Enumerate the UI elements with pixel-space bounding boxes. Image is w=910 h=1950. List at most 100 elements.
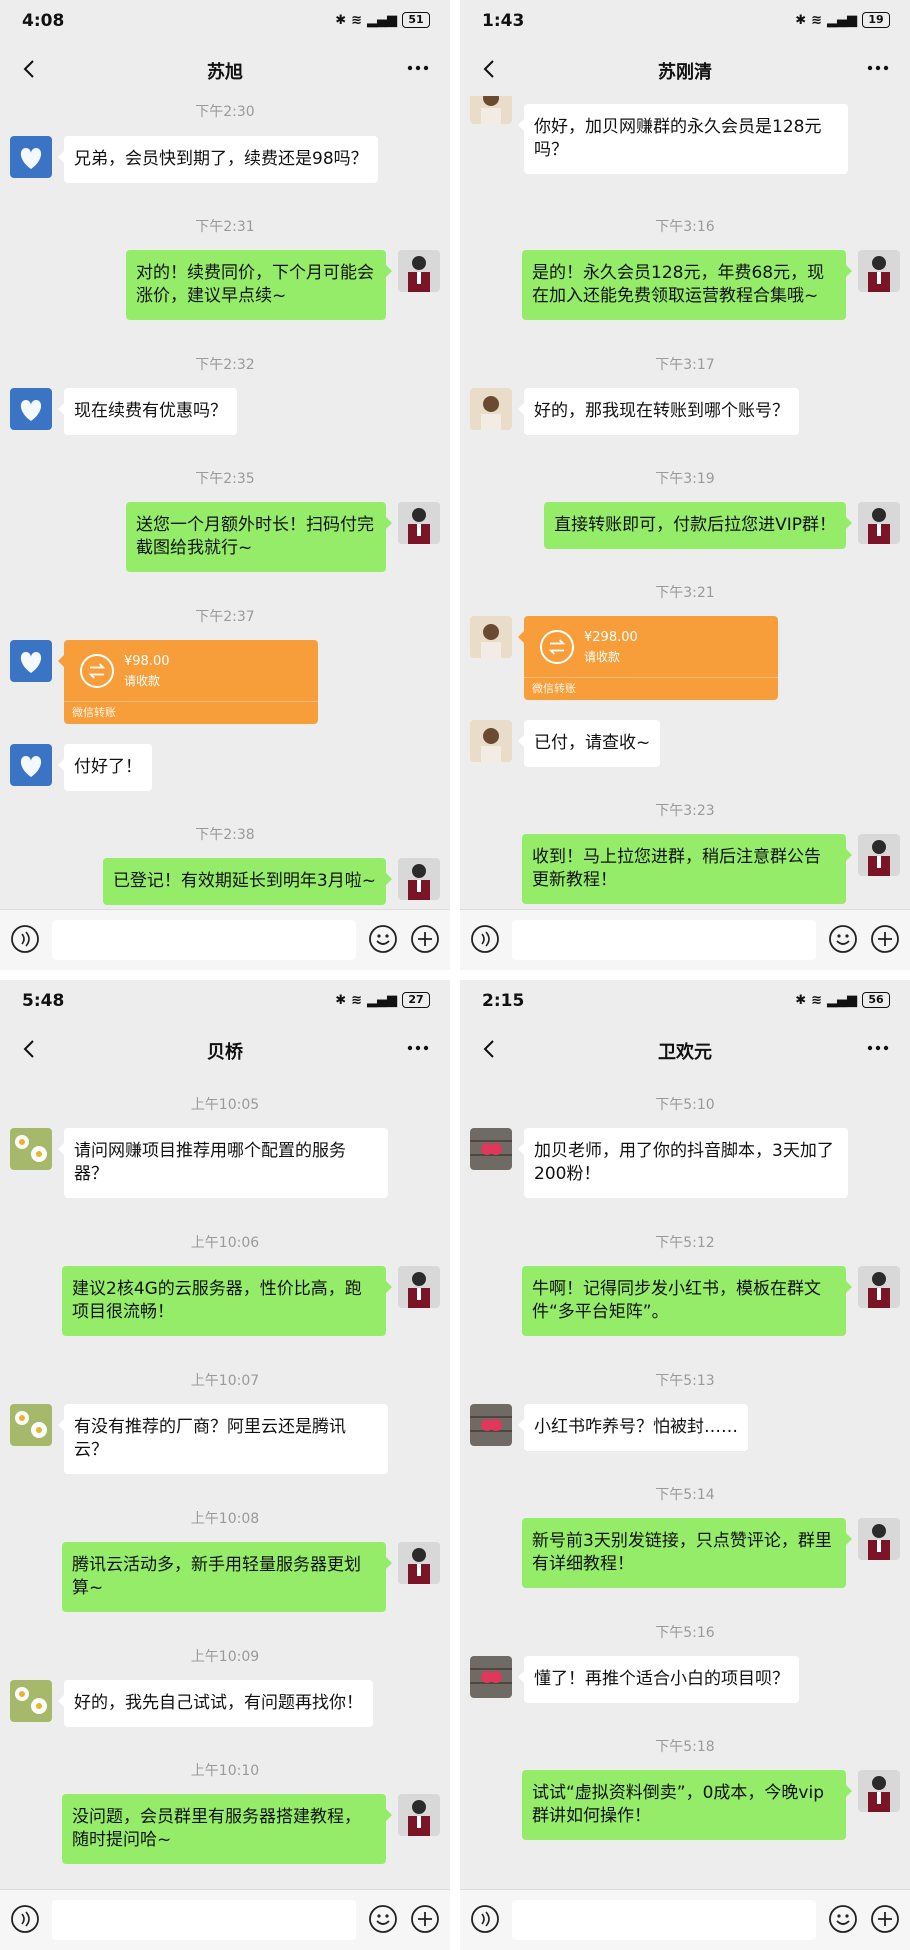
message-bubble[interactable]: 送您一个月额外时长！扫码付完截图给我就行~ xyxy=(126,502,392,572)
my-avatar[interactable] xyxy=(398,1794,440,1836)
emoji-icon[interactable] xyxy=(828,1904,858,1934)
message-list[interactable]: 你好，加贝网赚群的永久会员是128元吗？ 下午3:16 是的！永久会员128元，… xyxy=(460,96,910,910)
timestamp: 下午3:17 xyxy=(655,357,715,373)
plus-icon[interactable] xyxy=(870,1904,900,1934)
my-avatar[interactable] xyxy=(858,1518,900,1560)
chat-screen-3: 5:48 ✱ ≋ ▂▄▆ 27 贝桥 上午10:05 请问网赚项目推荐用哪个配置… xyxy=(0,980,450,1950)
signal-icon: ▂▄▆ xyxy=(367,992,397,1008)
emoji-icon[interactable] xyxy=(368,1904,398,1934)
message-bubble[interactable]: 对的！续费同价，下个月可能会涨价，建议早点续~ xyxy=(126,250,392,320)
chat-header: 苏刚清 xyxy=(460,44,910,96)
my-avatar[interactable] xyxy=(398,1266,440,1308)
contact-avatar[interactable] xyxy=(10,1680,52,1722)
my-avatar[interactable] xyxy=(398,502,440,544)
timestamp: 下午5:12 xyxy=(655,1235,715,1251)
message-bubble[interactable]: 已付，请查收~ xyxy=(517,720,661,767)
message-input[interactable] xyxy=(512,1900,816,1940)
status-bar: 2:15 ✱ ≋ ▂▄▆ 56 xyxy=(460,980,910,1024)
message-bubble[interactable]: 是的！永久会员128元，年费68元，现在加入还能免费领取运营教程合集哦~ xyxy=(522,250,852,320)
message-bubble[interactable]: 收到！马上拉您进群，稍后注意群公告更新教程！ xyxy=(522,834,852,904)
message-bubble[interactable]: 好的，我先自己试试，有问题再找你！ xyxy=(58,1680,373,1727)
bluetooth-icon: ✱ xyxy=(335,992,347,1008)
timestamp: 下午2:32 xyxy=(195,357,255,373)
transfer-icon xyxy=(80,654,114,688)
contact-avatar[interactable] xyxy=(10,744,52,786)
more-icon[interactable] xyxy=(404,56,432,80)
message-bubble[interactable]: 请问网赚项目推荐用哪个配置的服务器？ xyxy=(58,1128,388,1198)
voice-icon[interactable] xyxy=(10,1904,40,1934)
timestamp: 下午5:10 xyxy=(655,1097,715,1113)
plus-icon[interactable] xyxy=(870,924,900,954)
plus-icon[interactable] xyxy=(410,1904,440,1934)
message-bubble[interactable]: 试试“虚拟资料倒卖”，0成本，今晚vip群讲如何操作！ xyxy=(522,1770,852,1840)
timestamp: 下午2:38 xyxy=(195,827,255,843)
message-bubble[interactable]: 付好了！ xyxy=(58,744,152,791)
my-avatar[interactable] xyxy=(858,502,900,544)
my-avatar[interactable] xyxy=(398,250,440,292)
timestamp: 下午3:19 xyxy=(655,471,715,487)
bluetooth-icon: ✱ xyxy=(795,992,807,1008)
message-bubble[interactable]: 加贝老师，用了你的抖音脚本，3天加了200粉！ xyxy=(518,1128,848,1198)
message-bubble[interactable]: 小红书咋养号？怕被封…… xyxy=(518,1404,748,1451)
message-bubble[interactable]: 腾讯云活动多，新手用轻量服务器更划算~ xyxy=(62,1542,392,1612)
contact-avatar[interactable] xyxy=(470,1404,512,1446)
bluetooth-icon: ✱ xyxy=(335,12,347,28)
more-icon[interactable] xyxy=(864,56,892,80)
transfer-card[interactable]: ¥298.00 请收款 微信转账 xyxy=(518,616,778,700)
message-bubble[interactable]: 你好，加贝网赚群的永久会员是128元吗？ xyxy=(518,104,848,174)
more-icon[interactable] xyxy=(864,1036,892,1060)
voice-icon[interactable] xyxy=(470,1904,500,1934)
message-bubble[interactable]: 现在续费有优惠吗？ xyxy=(58,388,237,435)
more-icon[interactable] xyxy=(404,1036,432,1060)
status-bar: 4:08 ✱ ≋ ▂▄▆ 51 xyxy=(0,0,450,44)
input-bar xyxy=(0,909,450,970)
status-icons: ✱ ≋ ▂▄▆ 19 xyxy=(795,12,890,28)
timestamp: 上午10:06 xyxy=(190,1235,260,1251)
contact-avatar[interactable] xyxy=(10,1404,52,1446)
contact-avatar[interactable] xyxy=(470,96,512,124)
my-avatar[interactable] xyxy=(858,834,900,876)
signal-icon: ▂▄▆ xyxy=(827,12,857,28)
contact-avatar[interactable] xyxy=(470,720,512,762)
message-bubble[interactable]: 懂了！再推个适合小白的项目呗？ xyxy=(518,1656,799,1703)
message-bubble[interactable]: 新号前3天别发链接，只点赞评论，群里有详细教程！ xyxy=(522,1518,852,1588)
contact-avatar[interactable] xyxy=(470,1128,512,1170)
message-bubble[interactable]: 建议2核4G的云服务器，性价比高，跑项目很流畅！ xyxy=(62,1266,392,1336)
message-input[interactable] xyxy=(52,1900,356,1940)
my-avatar[interactable] xyxy=(398,1542,440,1584)
message-bubble[interactable]: 有没有推荐的厂商？阿里云还是腾讯云？ xyxy=(58,1404,388,1474)
message-bubble[interactable]: 兄弟，会员快到期了，续费还是98吗？ xyxy=(58,136,378,183)
emoji-icon[interactable] xyxy=(828,924,858,954)
my-avatar[interactable] xyxy=(858,1266,900,1308)
signal-icon: ▂▄▆ xyxy=(367,12,397,28)
contact-avatar[interactable] xyxy=(10,388,52,430)
my-avatar[interactable] xyxy=(858,250,900,292)
chat-header: 贝桥 xyxy=(0,1024,450,1076)
message-bubble[interactable]: 没问题，会员群里有服务器搭建教程，随时提问哈~ xyxy=(62,1794,392,1864)
my-avatar[interactable] xyxy=(398,858,440,900)
transfer-card[interactable]: ¥98.00 请收款 微信转账 xyxy=(58,640,318,724)
message-list[interactable]: 下午5:10 加贝老师，用了你的抖音脚本，3天加了200粉！ 下午5:12 牛啊… xyxy=(460,1076,910,1890)
message-bubble[interactable]: 已登记！有效期延长到明年3月啦~ xyxy=(102,858,393,905)
voice-icon[interactable] xyxy=(10,924,40,954)
battery-icon: 19 xyxy=(862,12,890,28)
message-input[interactable] xyxy=(52,920,356,960)
emoji-icon[interactable] xyxy=(368,924,398,954)
contact-avatar[interactable] xyxy=(470,1656,512,1698)
message-list[interactable]: 下午2:30 兄弟，会员快到期了，续费还是98吗？ 下午2:31 对的！续费同价… xyxy=(0,96,450,910)
message-bubble[interactable]: 牛啊！记得同步发小红书，模板在群文件“多平台矩阵”。 xyxy=(522,1266,852,1336)
contact-avatar[interactable] xyxy=(470,388,512,430)
message-bubble[interactable]: 直接转账即可，付款后拉您进VIP群！ xyxy=(544,502,852,549)
contact-avatar[interactable] xyxy=(10,136,52,178)
transfer-amount: ¥298.00 xyxy=(584,630,638,645)
contact-avatar[interactable] xyxy=(470,616,512,658)
voice-icon[interactable] xyxy=(470,924,500,954)
my-avatar[interactable] xyxy=(858,1770,900,1812)
transfer-footer: 微信转账 xyxy=(524,677,778,700)
message-list[interactable]: 上午10:05 请问网赚项目推荐用哪个配置的服务器？ 上午10:06 建议2核4… xyxy=(0,1076,450,1890)
message-input[interactable] xyxy=(512,920,816,960)
plus-icon[interactable] xyxy=(410,924,440,954)
contact-avatar[interactable] xyxy=(10,1128,52,1170)
message-bubble[interactable]: 好的，那我现在转账到哪个账号？ xyxy=(518,388,799,435)
contact-avatar[interactable] xyxy=(10,640,52,682)
